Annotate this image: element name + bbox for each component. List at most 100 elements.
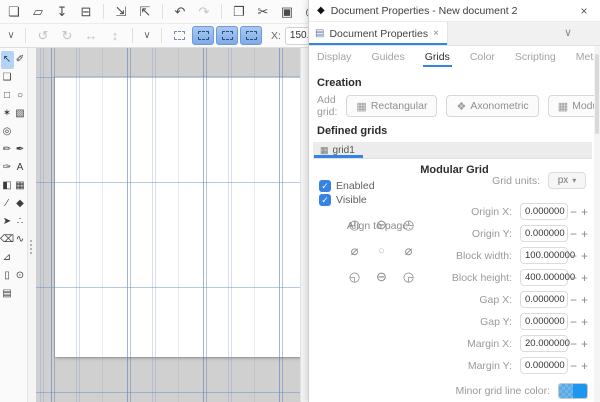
chevron-down-icon[interactable]: ∨	[138, 27, 156, 45]
shape-builder-tool[interactable]: ❑	[1, 69, 14, 87]
canvas-scrollbar[interactable]	[300, 48, 308, 402]
tab-color[interactable]: Color	[468, 50, 497, 67]
node-tool[interactable]: ✐	[14, 51, 27, 69]
increment-button[interactable]: +	[579, 360, 590, 372]
mesh-tool[interactable]: ▦	[14, 177, 27, 195]
decrement-button[interactable]: −	[568, 228, 579, 240]
increment-button[interactable]: +	[579, 272, 590, 284]
eraser-tool[interactable]: ⌫	[1, 231, 14, 249]
document-page[interactable]	[55, 77, 300, 357]
close-icon[interactable]: ×	[576, 4, 592, 18]
tab-display[interactable]: Display	[315, 50, 353, 67]
add-axonometric-grid-button[interactable]: ❖ Axonometric	[446, 95, 538, 117]
snap-icon	[222, 31, 233, 40]
rotate-ccw-icon[interactable]: ↺	[31, 26, 55, 46]
rectangle-tool[interactable]: □	[1, 87, 14, 105]
star-tool[interactable]: ✶	[1, 105, 14, 123]
toolbar-separator	[25, 28, 26, 43]
tab-close-icon[interactable]: ×	[433, 28, 439, 39]
flip-vertical-icon[interactable]: ↕	[103, 26, 127, 46]
measure-tool[interactable]: ⊿	[1, 249, 14, 267]
gradient-tool[interactable]: ◧	[1, 177, 14, 195]
pencil-tool[interactable]: ✏	[1, 141, 14, 159]
zoom-tool[interactable]: ⊙	[14, 267, 27, 285]
value-input[interactable]: 400.000000	[520, 269, 568, 286]
save-icon[interactable]: ↧	[50, 2, 74, 22]
align-top-left[interactable]: ◴	[341, 212, 368, 238]
increment-button[interactable]: +	[579, 338, 590, 350]
open-document-icon[interactable]: ▱	[26, 2, 50, 22]
increment-button[interactable]: +	[579, 206, 590, 218]
snap-toggle-bbox[interactable]	[192, 26, 214, 45]
margin-x-field: Margin X: 20.000000 − +	[365, 335, 590, 352]
checkbox[interactable]: ✓	[319, 194, 331, 206]
copy-icon[interactable]: ❐	[227, 2, 251, 22]
new-document-icon[interactable]: ❏	[2, 2, 26, 22]
decrement-button[interactable]: −	[568, 360, 579, 372]
import-icon[interactable]: ⇲	[109, 2, 133, 22]
value-input[interactable]: 0.000000	[520, 357, 568, 374]
selector-tool[interactable]: ↖	[1, 51, 14, 69]
document-properties-dock-tab[interactable]: ▤ Document Properties ×	[309, 22, 448, 45]
text-tool[interactable]: A	[14, 159, 27, 177]
decrement-button[interactable]: −	[568, 272, 579, 284]
flip-horizontal-icon[interactable]: ↔	[79, 26, 103, 46]
align-bottom-left[interactable]: ◵	[341, 264, 368, 290]
value-input[interactable]: 0.000000	[520, 225, 568, 242]
dropper-tool[interactable]: ∕	[1, 195, 14, 213]
pen-tool[interactable]: ✒	[14, 141, 27, 159]
print-icon[interactable]: ⊟	[74, 2, 98, 22]
snap-toggle-others[interactable]	[240, 26, 262, 45]
grid1-tab[interactable]: ▦ grid1	[313, 142, 364, 158]
decrement-button[interactable]: −	[568, 294, 579, 306]
tab-scripting[interactable]: Scripting	[513, 50, 558, 67]
xml-editor-tool[interactable]: ▤	[1, 285, 14, 303]
redo-icon[interactable]: ↷	[192, 2, 216, 22]
snap-icon	[246, 31, 257, 40]
undo-icon[interactable]: ↶	[168, 2, 192, 22]
value-input[interactable]: 0.000000	[520, 203, 568, 220]
decrement-button[interactable]: −	[568, 250, 579, 262]
increment-button[interactable]: +	[579, 316, 590, 328]
box-3d-tool[interactable]: ▧	[14, 105, 27, 123]
increment-button[interactable]: +	[579, 294, 590, 306]
grid-units-dropdown[interactable]: px ▾	[548, 172, 586, 189]
dock-menu-chevron-icon[interactable]: ∨	[564, 26, 572, 39]
rotate-cw-icon[interactable]: ↻	[55, 26, 79, 46]
ellipse-tool[interactable]: ○	[14, 87, 27, 105]
chevron-down-icon[interactable]: ∨	[2, 27, 20, 45]
fill-tool[interactable]: ◆	[14, 195, 27, 213]
value-input[interactable]: 100.000000	[520, 247, 568, 264]
canvas-desk[interactable]	[36, 48, 300, 402]
add-rectangular-grid-button[interactable]: ▦ Rectangular	[346, 95, 437, 117]
snap-toggle-nodes[interactable]	[216, 26, 238, 45]
cut-icon[interactable]: ✂	[251, 2, 275, 22]
value-input[interactable]: 0.000000	[520, 313, 568, 330]
paste-icon[interactable]: ▣	[275, 2, 299, 22]
decrement-button[interactable]: −	[568, 316, 579, 328]
checkbox[interactable]: ✓	[319, 180, 331, 192]
value-input[interactable]: 0.000000	[520, 291, 568, 308]
tweak-tool[interactable]: ➤	[1, 213, 14, 231]
value-input[interactable]: 20.000000	[520, 335, 568, 352]
page-tool[interactable]: ▯	[1, 267, 14, 285]
tab-guides[interactable]: Guides	[369, 50, 406, 67]
panel-drag-handle[interactable]	[30, 240, 32, 254]
tab-grids[interactable]: Grids	[423, 50, 452, 67]
scrollbar-thumb[interactable]	[595, 54, 599, 134]
color-swatch-button[interactable]	[558, 383, 588, 399]
decrement-button[interactable]: −	[568, 338, 579, 350]
align-middle-left[interactable]: ⌀	[341, 238, 368, 264]
connector-tool[interactable]: ∿	[14, 231, 27, 249]
decrement-button[interactable]: −	[568, 206, 579, 218]
calligraphy-tool[interactable]: ✑	[1, 159, 14, 177]
snap-toggle-move[interactable]	[168, 26, 190, 45]
increment-button[interactable]: +	[579, 250, 590, 262]
export-icon[interactable]: ⇱	[133, 2, 157, 22]
dialog-scrollbar[interactable]	[594, 46, 600, 402]
add-modular-grid-button[interactable]: ▦ Modular	[548, 95, 600, 117]
inkscape-logo-icon: ◆	[317, 5, 325, 16]
spiral-tool[interactable]: ◎	[1, 123, 14, 141]
increment-button[interactable]: +	[579, 228, 590, 240]
spray-tool[interactable]: ∴	[14, 213, 27, 231]
